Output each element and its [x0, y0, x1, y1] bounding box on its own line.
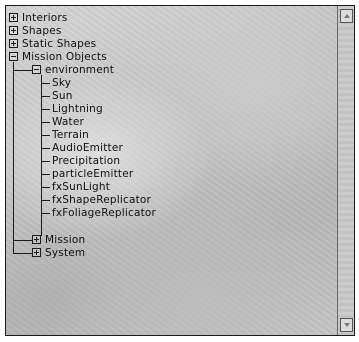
scroll-down-button[interactable] — [340, 318, 353, 332]
tree-item-label: Sky — [52, 77, 72, 89]
tree-connector-line — [41, 83, 50, 84]
tree-connector-line — [13, 240, 33, 241]
tree-connector-line — [41, 135, 50, 136]
arrow-up-icon — [344, 14, 350, 18]
creator-tree-window: Interiors Shapes Static Shapes Mission O… — [0, 0, 359, 342]
scroll-up-button[interactable] — [340, 9, 353, 23]
tree-connector-line — [41, 96, 50, 97]
tree-item-label: fxSunLight — [52, 181, 111, 193]
expand-plus-icon[interactable] — [9, 39, 18, 48]
arrow-down-icon — [344, 323, 350, 327]
collapse-minus-icon[interactable] — [9, 52, 18, 61]
tree-connector-line — [41, 200, 50, 201]
tree-connector-line — [41, 187, 50, 188]
tree-item-label: Shapes — [22, 25, 62, 37]
tree-item-label: Lightning — [52, 103, 103, 115]
expand-plus-icon[interactable] — [32, 248, 41, 257]
tree-connector-line — [41, 109, 50, 110]
expand-plus-icon[interactable] — [9, 26, 18, 35]
tree-item-label: fxFoliageReplicator — [52, 207, 157, 219]
collapse-minus-icon[interactable] — [32, 65, 41, 74]
expand-plus-icon[interactable] — [9, 13, 18, 22]
tree-item-label: particleEmitter — [52, 168, 134, 180]
tree-connector-line — [41, 161, 50, 162]
tree-item-label: Terrain — [52, 129, 89, 141]
tree-item-label: System — [45, 247, 86, 259]
vertical-scrollbar[interactable] — [337, 6, 354, 335]
expand-plus-icon[interactable] — [32, 235, 41, 244]
tree-item-label: Mission Objects — [22, 51, 107, 63]
tree-connector-line — [13, 70, 33, 71]
tree-item-label: Static Shapes — [22, 38, 97, 50]
tree-item-label: Precipitation — [52, 155, 121, 167]
tree-item-label: environment — [45, 64, 115, 76]
tree-connector-line — [41, 148, 50, 149]
tree-connector-line — [41, 174, 50, 175]
tree-item-label: Interiors — [22, 12, 68, 24]
object-tree-panel: Interiors Shapes Static Shapes Mission O… — [5, 5, 355, 336]
tree-item-label: Water — [52, 116, 85, 128]
object-tree: Interiors Shapes Static Shapes Mission O… — [6, 6, 333, 335]
tree-item-label: fxShapeReplicator — [52, 194, 152, 206]
tree-connector-line — [13, 253, 33, 254]
tree-connector-line — [41, 122, 50, 123]
tree-connector-line — [41, 213, 50, 214]
tree-item-label: AudioEmitter — [52, 142, 124, 154]
tree-item-label: Mission — [45, 234, 86, 246]
tree-connector-line — [41, 75, 42, 236]
tree-connector-line — [13, 62, 14, 254]
tree-item-label: Sun — [52, 90, 73, 102]
